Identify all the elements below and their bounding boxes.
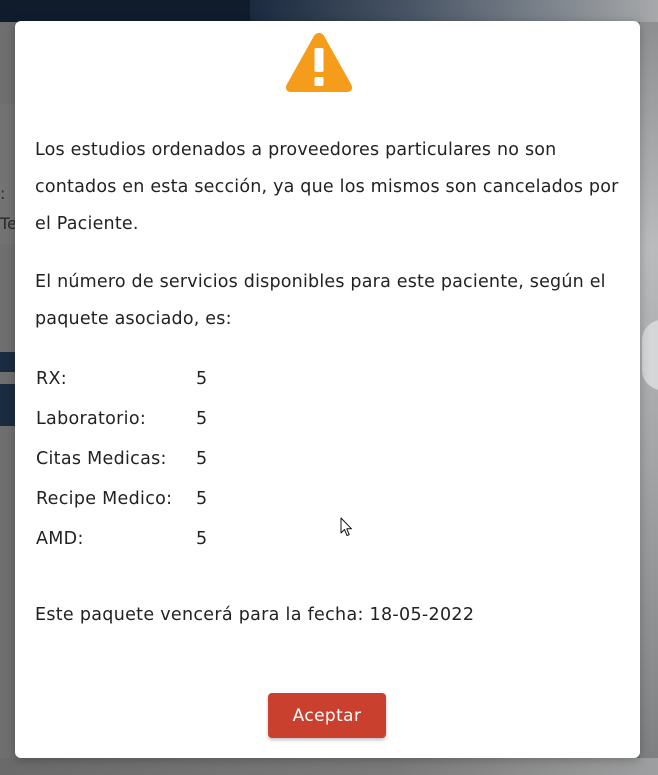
dialog-message-private-providers: Los estudios ordenados a proveedores par…: [35, 140, 619, 234]
service-label: RX:: [36, 369, 67, 389]
mouse-cursor-icon: [340, 517, 352, 536]
background-header-image: [250, 0, 658, 22]
service-count: 5: [196, 529, 208, 549]
dialog-message-available-services: El número de servicios disponibles para …: [35, 272, 606, 329]
background-bar: [0, 384, 16, 426]
service-label: Recipe Medico:: [36, 489, 173, 509]
services-info-dialog: Los estudios ordenados a proveedores par…: [15, 21, 640, 758]
service-row-recipe-medico: Recipe Medico: 5: [36, 479, 336, 519]
background-header: [0, 0, 290, 22]
package-expiry: Este paquete vencerá para la fecha: 18-0…: [35, 597, 625, 633]
warning-icon: [285, 33, 353, 92]
accept-button[interactable]: Aceptar: [268, 693, 386, 738]
expiry-date: 18-05-2022: [369, 605, 475, 625]
background-bar: [0, 352, 16, 372]
background-right-shape: [642, 320, 658, 390]
service-count: 5: [196, 369, 208, 389]
services-list: RX: 5 Laboratorio: 5 Citas Medicas: 5 Re…: [36, 359, 336, 559]
service-count: 5: [196, 449, 208, 469]
service-label: AMD:: [36, 529, 84, 549]
service-label: Laboratorio:: [36, 409, 147, 429]
background-right-image: [640, 22, 658, 775]
background-bottom: [0, 758, 658, 775]
service-row-amd: AMD: 5: [36, 519, 336, 559]
service-row-laboratorio: Laboratorio: 5: [36, 399, 336, 439]
background-partial-text: :: [0, 184, 6, 203]
service-row-rx: RX: 5: [36, 359, 336, 399]
service-row-citas-medicas: Citas Medicas: 5: [36, 439, 336, 479]
expiry-label: Este paquete vencerá para la fecha:: [35, 605, 364, 625]
service-count: 5: [196, 489, 208, 509]
service-label: Citas Medicas:: [36, 449, 167, 469]
service-count: 5: [196, 409, 208, 429]
